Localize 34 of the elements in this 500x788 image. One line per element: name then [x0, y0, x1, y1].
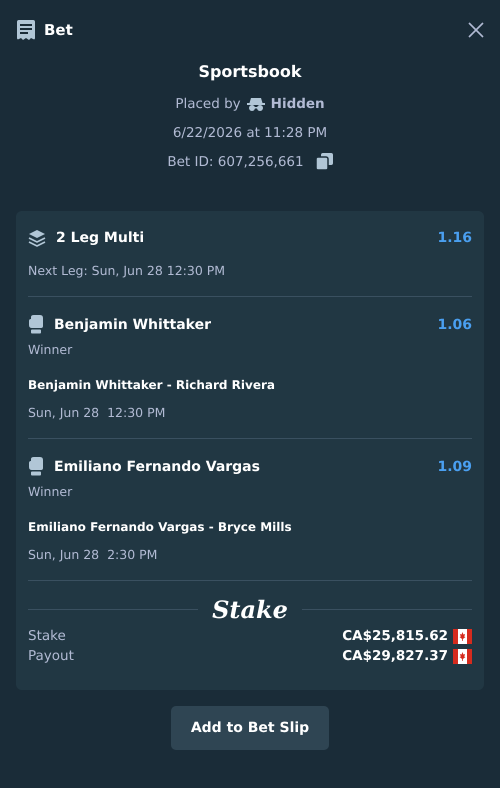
total-odds: 1.16	[437, 230, 472, 246]
total-label: Stake	[28, 628, 66, 644]
total-amount: CA$29,827.37	[342, 648, 448, 664]
brand-logo: Stake	[211, 595, 289, 624]
event-name: Emiliano Fernando Vargas - Bryce Mills	[28, 520, 293, 534]
market-name: Winner	[28, 342, 74, 357]
market-name: Winner	[28, 484, 74, 499]
selection-name: Benjamin Whittaker	[54, 316, 211, 332]
event-time: Sun, Jun 28 2:30 PM	[28, 547, 158, 564]
bet-date: 6/22/2026 at 11:28 PM	[172, 125, 328, 141]
receipt-icon	[16, 20, 36, 40]
placed-by-user: Hidden	[270, 96, 325, 112]
boxing-glove-icon	[28, 457, 44, 476]
canada-flag-icon	[453, 628, 472, 644]
next-leg-time: Next Leg: Sun, Jun 28 12:30 PM	[28, 263, 226, 280]
event-time: Sun, Jun 28 12:30 PM	[28, 405, 166, 422]
close-icon[interactable]	[468, 22, 484, 38]
placed-by-label: Placed by	[175, 96, 241, 112]
bet-source-title: Sportsbook	[198, 62, 302, 83]
boxing-glove-icon	[28, 315, 44, 334]
bet-id: Bet ID: 607,256,661	[167, 154, 304, 170]
total-label: Payout	[28, 648, 74, 664]
dialog-title: Bet	[44, 21, 73, 39]
event-name: Benjamin Whittaker - Richard Rivera	[28, 378, 276, 392]
add-to-bet-slip-button[interactable]: Add to Bet Slip	[170, 706, 330, 750]
selection-name: Emiliano Fernando Vargas	[54, 458, 260, 474]
canada-flag-icon	[453, 648, 472, 664]
leg-odds: 1.09	[437, 458, 472, 474]
incognito-icon	[246, 97, 265, 111]
copy-icon[interactable]	[316, 153, 333, 170]
leg-odds: 1.06	[437, 316, 472, 332]
layers-icon	[28, 229, 46, 247]
bet-type: 2 Leg Multi	[56, 230, 144, 246]
total-amount: CA$25,815.62	[342, 628, 448, 644]
